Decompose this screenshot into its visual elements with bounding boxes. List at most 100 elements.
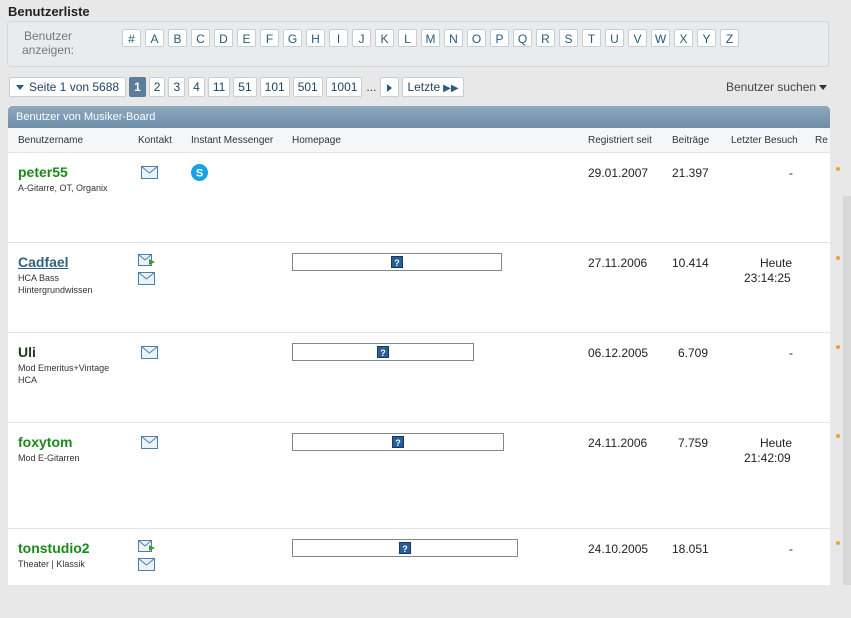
letter-filter-x[interactable]: X — [674, 29, 693, 47]
col-contact: Kontakt — [138, 135, 172, 146]
panel-title: Benutzer von Musiker-Board — [8, 106, 830, 128]
scrollbar[interactable] — [843, 196, 851, 585]
page-501[interactable]: 501 — [292, 77, 323, 97]
letter-filter-h[interactable]: H — [306, 29, 325, 47]
registered-date: 24.11.2006 — [588, 436, 648, 450]
reputation-dot — [836, 167, 840, 171]
letter-filter-u[interactable]: U — [605, 29, 624, 47]
user-title: A-Gitarre, OT, Organix — [18, 183, 108, 193]
page-101[interactable]: 101 — [259, 77, 290, 97]
letter-filter-v[interactable]: V — [628, 29, 647, 47]
col-last-visit[interactable]: Letzter Besuch — [731, 135, 798, 146]
page-51[interactable]: 51 — [233, 77, 257, 97]
letter-filter-e[interactable]: E — [237, 29, 256, 47]
triangle-right-icon — [387, 83, 393, 92]
letter-filter-n[interactable]: N — [444, 29, 463, 47]
table-row: Uli Mod Emeritus+Vintage HCA ? 06.12.200… — [8, 333, 830, 423]
envelope-icon[interactable] — [138, 558, 155, 571]
letter-filter-s[interactable]: S — [559, 29, 578, 47]
search-users-label: Benutzer suchen — [726, 80, 817, 94]
user-title: Mod Emeritus+Vintage HCA — [18, 363, 110, 385]
search-users-dropdown[interactable]: Benutzer suchen — [726, 80, 828, 94]
letter-filter: Benutzer anzeigen: # A B C D E F G H I J K L M N O P Q R S T… — [7, 21, 829, 67]
page-2[interactable]: 2 — [148, 77, 166, 97]
last-visit-time: 21:42:09 — [744, 451, 791, 465]
letter-filter-t[interactable]: T — [582, 29, 601, 47]
page-3[interactable]: 3 — [168, 77, 186, 97]
username[interactable]: peter55 — [18, 164, 68, 180]
username[interactable]: Cadfael — [18, 254, 69, 270]
last-visit-time: 23:14:25 — [744, 271, 791, 285]
homepage-box[interactable]: ? — [292, 253, 502, 271]
question-mark-icon: ? — [391, 256, 403, 268]
question-mark-icon: ? — [399, 542, 411, 554]
table-row: tonstudio2 Theater | Klassik ? 24.10.200… — [8, 529, 830, 618]
letter-filter-j[interactable]: J — [352, 29, 371, 47]
page-info-dropdown[interactable]: Seite 1 von 5688 — [9, 77, 127, 97]
letter-filter-w[interactable]: W — [651, 29, 670, 47]
envelope-icon[interactable] — [138, 272, 155, 285]
letter-filter-o[interactable]: O — [467, 29, 486, 47]
post-count: 18.051 — [672, 542, 709, 556]
envelope-icon[interactable] — [141, 166, 158, 179]
member-list-panel: Benutzer von Musiker-Board Benutzername … — [8, 106, 830, 585]
user-title: Mod E-Gitarren — [18, 453, 80, 463]
triangle-down-icon — [819, 85, 828, 91]
letter-filter-label: Benutzer anzeigen: — [21, 29, 75, 57]
last-visit: Heute — [760, 256, 793, 270]
question-mark-icon: ? — [392, 436, 404, 448]
table-row: peter55 A-Gitarre, OT, Organix S 29.01.2… — [8, 153, 830, 243]
last-visit: - — [789, 542, 793, 556]
letter-filter-p[interactable]: P — [490, 29, 509, 47]
username[interactable]: tonstudio2 — [18, 540, 90, 556]
letter-filter-g[interactable]: G — [283, 29, 302, 47]
column-headers: Benutzername Kontakt Instant Messenger H… — [8, 128, 830, 153]
last-page-label: Letzte — [407, 80, 441, 94]
letter-filter-a[interactable]: A — [145, 29, 164, 47]
double-arrow-right-icon: ▶▶ — [443, 83, 459, 94]
last-page-button[interactable]: Letzte ▶▶ — [402, 77, 464, 97]
page-1[interactable]: 1 — [129, 77, 146, 97]
registered-date: 29.01.2007 — [588, 166, 649, 180]
letter-filter-q[interactable]: Q — [513, 29, 532, 47]
homepage-box[interactable]: ? — [292, 539, 518, 557]
col-posts[interactable]: Beiträge — [672, 135, 709, 146]
page-title: Benutzerliste — [8, 4, 90, 19]
last-visit: - — [789, 346, 793, 360]
letter-filter-l[interactable]: L — [398, 29, 417, 47]
col-username[interactable]: Benutzername — [18, 135, 83, 146]
post-count: 7.759 — [678, 436, 709, 450]
homepage-box[interactable]: ? — [292, 343, 474, 361]
letter-filter-k[interactable]: K — [375, 29, 394, 47]
envelope-icon[interactable] — [141, 436, 158, 449]
letter-filter-d[interactable]: D — [214, 29, 233, 47]
letter-filter-i[interactable]: I — [329, 29, 348, 47]
username[interactable]: Uli — [18, 344, 36, 360]
letter-filter-f[interactable]: F — [260, 29, 279, 47]
page-11[interactable]: 11 — [207, 77, 231, 97]
letter-filter-y[interactable]: Y — [697, 29, 716, 47]
pagination-ellipsis: ... — [366, 80, 377, 94]
col-cut-off: Re — [815, 135, 828, 146]
letter-filter-m[interactable]: M — [421, 29, 440, 47]
post-count: 6.709 — [678, 346, 709, 360]
next-page-button[interactable] — [380, 77, 400, 97]
page-info-text: Seite 1 von 5688 — [29, 80, 120, 94]
page-4[interactable]: 4 — [188, 77, 205, 97]
letter-filter-z[interactable]: Z — [720, 29, 739, 47]
table-row: foxytom Mod E-Gitarren ? 24.11.2006 7.75… — [8, 423, 830, 529]
page-1001[interactable]: 1001 — [325, 77, 363, 97]
username[interactable]: foxytom — [18, 434, 72, 450]
letter-filter-hash[interactable]: # — [122, 29, 141, 47]
skype-icon[interactable]: S — [190, 163, 209, 182]
last-visit: - — [789, 166, 793, 180]
reputation-dot — [836, 345, 840, 349]
send-message-icon[interactable] — [138, 254, 156, 267]
letter-filter-b[interactable]: B — [168, 29, 187, 47]
col-registered[interactable]: Registriert seit — [588, 135, 652, 146]
envelope-icon[interactable] — [141, 346, 158, 359]
send-message-icon[interactable] — [138, 540, 156, 553]
letter-filter-r[interactable]: R — [536, 29, 555, 47]
homepage-box[interactable]: ? — [292, 433, 504, 451]
letter-filter-c[interactable]: C — [191, 29, 210, 47]
